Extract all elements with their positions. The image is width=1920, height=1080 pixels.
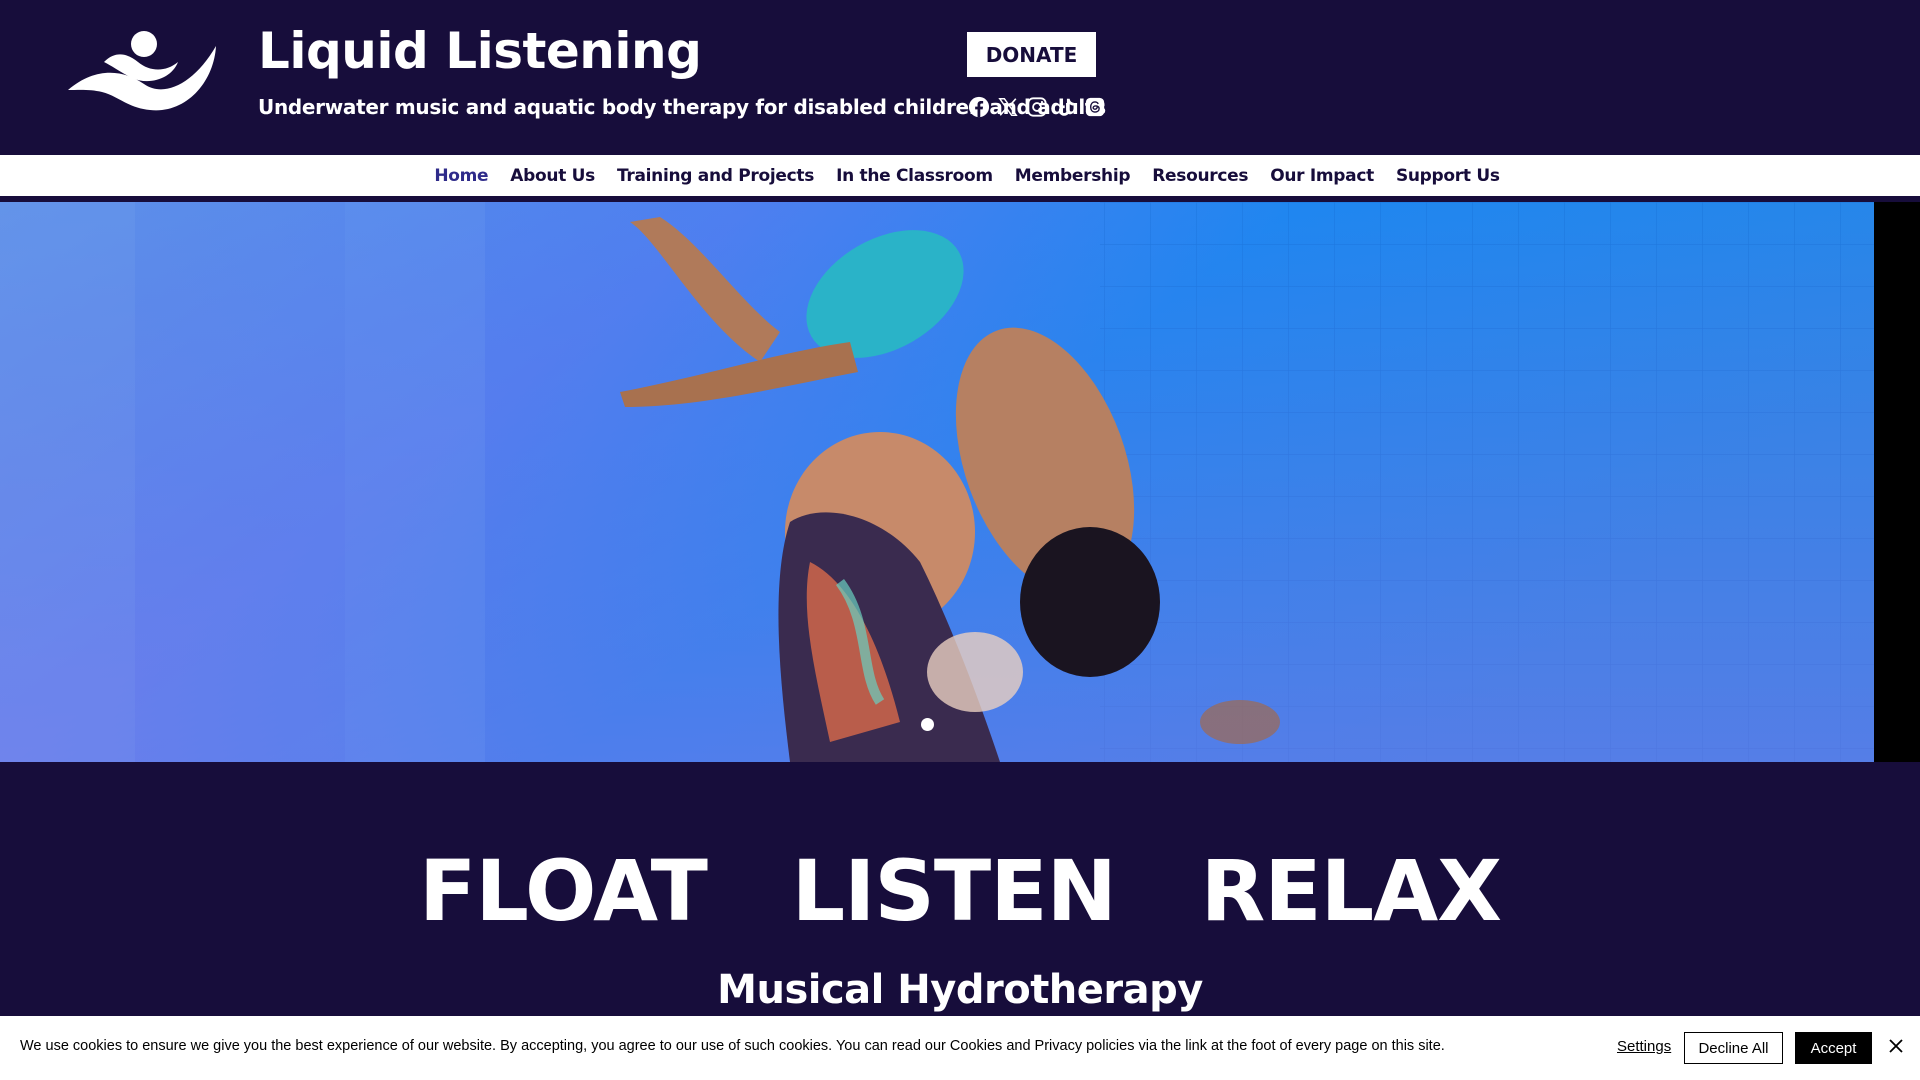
tiktok-icon[interactable] bbox=[1055, 96, 1077, 118]
x-icon[interactable] bbox=[997, 96, 1019, 118]
nav-list: Home About Us Training and Projects In t… bbox=[434, 166, 1500, 186]
main-nav: Home About Us Training and Projects In t… bbox=[0, 155, 1920, 199]
instagram-icon[interactable] bbox=[1026, 96, 1048, 118]
cookie-message: We use cookies to ensure we give you the… bbox=[20, 1038, 1445, 1054]
nav-item-training-and-projects[interactable]: Training and Projects bbox=[617, 166, 814, 186]
subheadline: Musical Hydrotherapy bbox=[717, 967, 1203, 1013]
nav-item-home[interactable]: Home bbox=[434, 166, 488, 186]
nav-item-support-us[interactable]: Support Us bbox=[1396, 166, 1500, 186]
liquid-listening-logo[interactable] bbox=[66, 26, 220, 114]
close-icon[interactable] bbox=[1886, 1036, 1906, 1056]
facebook-icon[interactable] bbox=[968, 96, 990, 118]
hero-slideshow bbox=[0, 202, 1920, 762]
cookie-banner: We use cookies to ensure we give you the… bbox=[0, 1016, 1920, 1080]
nav-item-membership[interactable]: Membership bbox=[1015, 166, 1131, 186]
accept-button[interactable]: Accept bbox=[1795, 1032, 1872, 1064]
nav-item-about-us[interactable]: About Us bbox=[510, 166, 595, 186]
cookie-settings-link[interactable]: Settings bbox=[1617, 1038, 1671, 1055]
nav-item-our-impact[interactable]: Our Impact bbox=[1270, 166, 1374, 186]
hero-image bbox=[0, 202, 1874, 762]
nav-item-resources[interactable]: Resources bbox=[1152, 166, 1248, 186]
donate-button[interactable]: DONATE bbox=[967, 32, 1096, 77]
social-links bbox=[968, 96, 1106, 118]
site-header: Liquid Listening Underwater music and aq… bbox=[0, 0, 1920, 155]
slide-indicator-dot[interactable] bbox=[921, 718, 934, 731]
site-title[interactable]: Liquid Listening bbox=[258, 22, 702, 80]
decline-all-button[interactable]: Decline All bbox=[1684, 1032, 1783, 1064]
threads-icon[interactable] bbox=[1084, 96, 1106, 118]
nav-item-in-the-classroom[interactable]: In the Classroom bbox=[836, 166, 993, 186]
headline: FLOAT LISTEN RELAX bbox=[419, 842, 1502, 940]
